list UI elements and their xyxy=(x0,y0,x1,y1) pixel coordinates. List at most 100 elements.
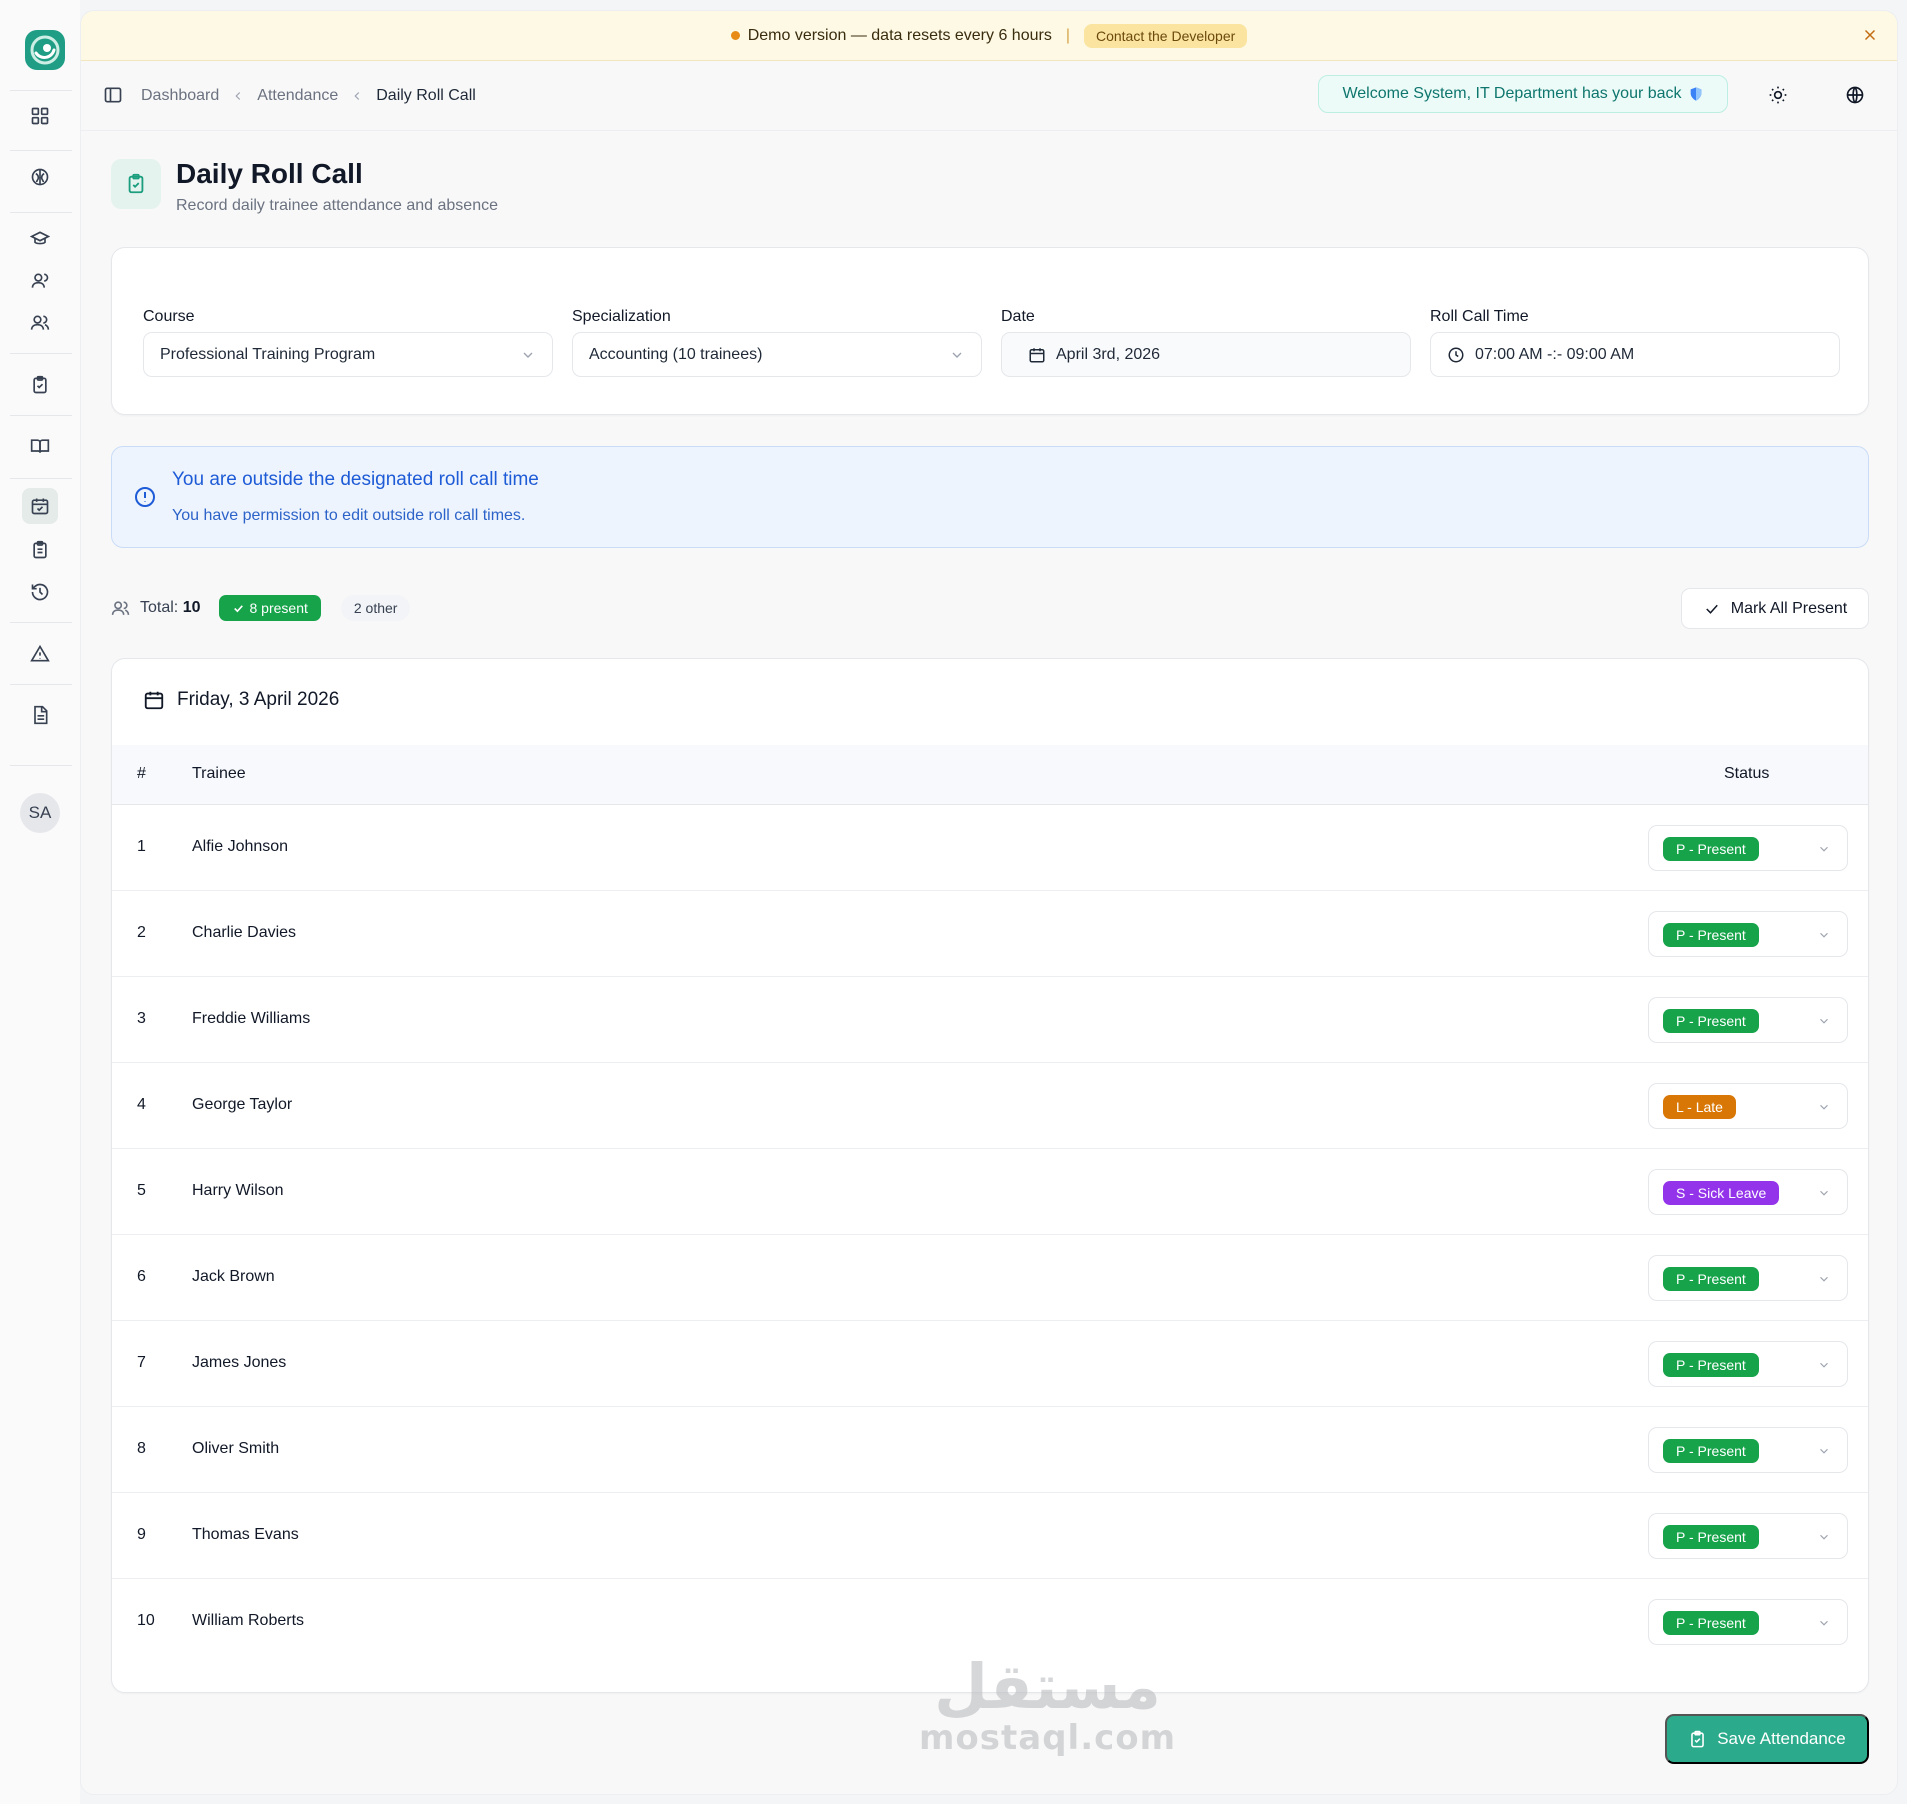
table-row: 1 Alfie Johnson P - Present xyxy=(112,805,1868,891)
sidebar-divider xyxy=(10,150,72,151)
trainee-name: Alfie Johnson xyxy=(192,838,289,855)
trainee-name: Harry Wilson xyxy=(192,1182,284,1199)
status-select[interactable]: S - Sick Leave xyxy=(1648,1169,1848,1215)
row-number: 6 xyxy=(137,1268,146,1285)
banner-text: Demo version — data resets every 6 hours xyxy=(747,26,1052,44)
clipboard-check-icon xyxy=(1691,1730,1705,1747)
row-number: 4 xyxy=(137,1096,146,1113)
chevron-down-icon xyxy=(1817,1100,1831,1114)
column-header-number: # xyxy=(137,765,146,782)
date-picker[interactable]: April 3rd, 2026 xyxy=(1001,332,1411,377)
chevron-down-icon xyxy=(949,347,965,363)
course-select[interactable]: Professional Training Program xyxy=(143,332,553,377)
present-count-badge: 8 present xyxy=(218,595,321,621)
roll-call-time-input[interactable]: 07:00 AM -:- 09:00 AM xyxy=(1430,332,1840,377)
trainee-name: Jack Brown xyxy=(192,1268,275,1285)
column-header-status: Status xyxy=(1724,765,1770,782)
chevron-down-icon xyxy=(520,347,536,363)
chevron-down-icon xyxy=(1817,1358,1831,1372)
mark-all-present-label: Mark All Present xyxy=(1730,599,1848,617)
close-icon[interactable] xyxy=(1861,26,1879,44)
status-select[interactable]: P - Present xyxy=(1648,1427,1848,1473)
calendar-icon xyxy=(143,689,165,711)
trainee-name: William Roberts xyxy=(192,1612,305,1629)
chevron-down-icon xyxy=(1817,1272,1831,1286)
course-label: Course xyxy=(143,308,195,325)
save-attendance-button[interactable]: Save Attendance xyxy=(1665,1714,1869,1764)
sidebar-toggle-icon[interactable] xyxy=(103,85,123,105)
row-number: 9 xyxy=(137,1526,146,1543)
course-field: Course Professional Training Program xyxy=(143,308,553,377)
table-header: # Trainee Status xyxy=(112,745,1868,805)
status-badge: P - Present xyxy=(1663,1611,1759,1635)
status-select[interactable]: P - Present xyxy=(1648,825,1848,871)
status-select[interactable]: P - Present xyxy=(1648,1255,1848,1301)
chevron-down-icon xyxy=(1817,1014,1831,1028)
status-select[interactable]: P - Present xyxy=(1648,997,1848,1043)
trainee-name: Charlie Davies xyxy=(192,924,297,941)
chevron-down-icon xyxy=(1817,928,1831,942)
breadcrumb-current: Daily Roll Call xyxy=(376,87,476,104)
clipboard-check-icon[interactable] xyxy=(22,367,58,403)
chevron-down-icon xyxy=(1817,1530,1831,1544)
graduation-cap-icon[interactable] xyxy=(22,221,58,257)
status-select[interactable]: P - Present xyxy=(1648,1513,1848,1559)
status-dot xyxy=(730,31,740,40)
status-select[interactable]: P - Present xyxy=(1648,1341,1848,1387)
globe-brain-icon[interactable] xyxy=(22,159,58,195)
roll-call-time-field: Roll Call Time 07:00 AM -:- 09:00 AM xyxy=(1430,308,1840,377)
page-subtitle: Record daily trainee attendance and abse… xyxy=(176,197,498,214)
table-row: 5 Harry Wilson S - Sick Leave xyxy=(112,1149,1868,1235)
dashboard-icon[interactable] xyxy=(22,98,58,134)
specialization-select[interactable]: Accounting (10 trainees) xyxy=(572,332,982,377)
clipboard-list-icon[interactable] xyxy=(22,532,58,568)
clock-icon xyxy=(1447,346,1465,364)
language-globe-icon[interactable] xyxy=(1845,85,1865,105)
book-open-icon[interactable] xyxy=(22,428,58,464)
specialization-label: Specialization xyxy=(572,308,671,325)
row-number: 8 xyxy=(137,1440,146,1457)
save-attendance-label: Save Attendance xyxy=(1717,1729,1846,1748)
users-icon[interactable] xyxy=(22,305,58,341)
history-icon[interactable] xyxy=(22,574,58,610)
info-circle-icon xyxy=(133,485,157,509)
watermark-latin: mostaql.com xyxy=(919,1718,1177,1758)
status-select[interactable]: P - Present xyxy=(1648,911,1848,957)
status-badge: P - Present xyxy=(1663,923,1759,947)
sun-icon[interactable] xyxy=(1768,85,1788,105)
status-select[interactable]: L - Late xyxy=(1648,1083,1848,1129)
status-badge: P - Present xyxy=(1663,1009,1759,1033)
table-row: 4 George Taylor L - Late xyxy=(112,1063,1868,1149)
chevron-down-icon xyxy=(1817,1186,1831,1200)
total-count: Total: 10 xyxy=(140,599,201,617)
contact-developer-button[interactable]: Contact the Developer xyxy=(1083,23,1248,48)
chevron-down-icon xyxy=(1817,1616,1831,1630)
calendar-check-icon[interactable] xyxy=(22,488,58,524)
outside-time-alert: You are outside the designated roll call… xyxy=(111,446,1869,548)
file-text-icon[interactable] xyxy=(22,697,58,733)
users-icon xyxy=(111,599,130,618)
app-logo[interactable] xyxy=(25,30,65,70)
welcome-text: Welcome System, IT Department has your b… xyxy=(1342,85,1682,102)
table-row: 3 Freddie Williams P - Present xyxy=(112,977,1868,1063)
table-row: 6 Jack Brown P - Present xyxy=(112,1235,1868,1321)
specialization-field: Specialization Accounting (10 trainees) xyxy=(572,308,982,377)
trainee-name: Oliver Smith xyxy=(192,1440,280,1457)
column-header-trainee: Trainee xyxy=(192,765,246,782)
shield-icon xyxy=(1688,86,1704,102)
alert-triangle-icon[interactable] xyxy=(22,636,58,672)
status-badge: L - Late xyxy=(1663,1095,1736,1119)
check-icon xyxy=(1705,604,1718,614)
mark-all-present-button[interactable]: Mark All Present xyxy=(1681,588,1869,629)
present-count: 8 present xyxy=(249,600,308,616)
row-number: 2 xyxy=(137,924,146,941)
chevron-down-icon xyxy=(1817,842,1831,856)
avatar[interactable]: SA xyxy=(20,793,60,833)
status-select[interactable]: P - Present xyxy=(1648,1599,1848,1645)
roll-call-time-label: Roll Call Time xyxy=(1430,308,1529,325)
breadcrumb-attendance[interactable]: Attendance xyxy=(257,87,338,105)
course-value: Professional Training Program xyxy=(160,345,376,363)
user-icon[interactable] xyxy=(22,263,58,299)
attendance-table-card: Friday, 3 April 2026 # Trainee Status 1 … xyxy=(111,658,1869,1693)
breadcrumb-dashboard[interactable]: Dashboard xyxy=(141,87,219,105)
